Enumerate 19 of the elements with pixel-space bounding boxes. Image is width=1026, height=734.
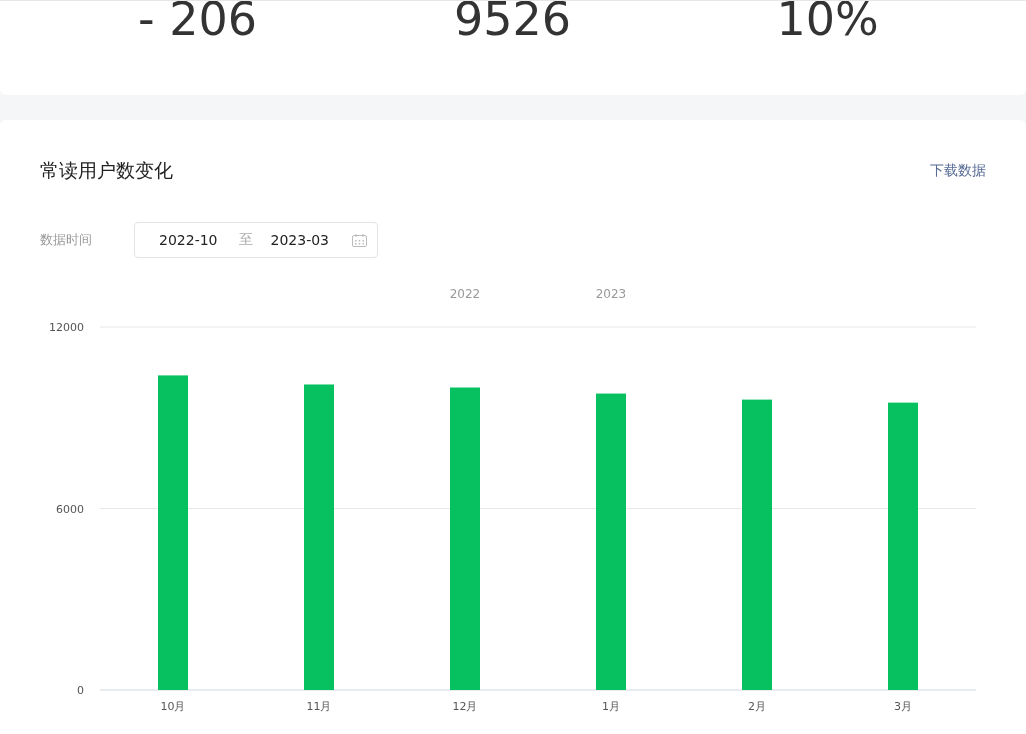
stat-value: 9526: [452, 1, 573, 48]
download-link[interactable]: 下载数据: [930, 162, 986, 180]
year-label: 2023: [595, 287, 627, 301]
date-range-field[interactable]: 2022-10 至 2023-03: [134, 222, 378, 258]
panel-title: 常读用户数变化: [40, 158, 173, 183]
axis-category-label: 1月: [602, 700, 620, 713]
date-label: 数据时间: [40, 231, 93, 249]
stat-value: 10%: [775, 1, 880, 48]
stat-value: - 206: [137, 1, 258, 48]
axis-tick-label: 6000: [56, 502, 84, 516]
axis-category-label: 12月: [452, 700, 478, 713]
axis-category-label: 3月: [894, 700, 912, 713]
axis-category-label: 11月: [306, 700, 332, 713]
calendar-icon: [352, 233, 367, 247]
axis-tick-label: 12000: [49, 321, 84, 334]
axis-category-label: 10月: [160, 700, 186, 713]
axis-tick-label: 0: [77, 684, 84, 697]
year-label: 2022: [449, 287, 481, 301]
axis-category-label: 2月: [748, 700, 766, 713]
